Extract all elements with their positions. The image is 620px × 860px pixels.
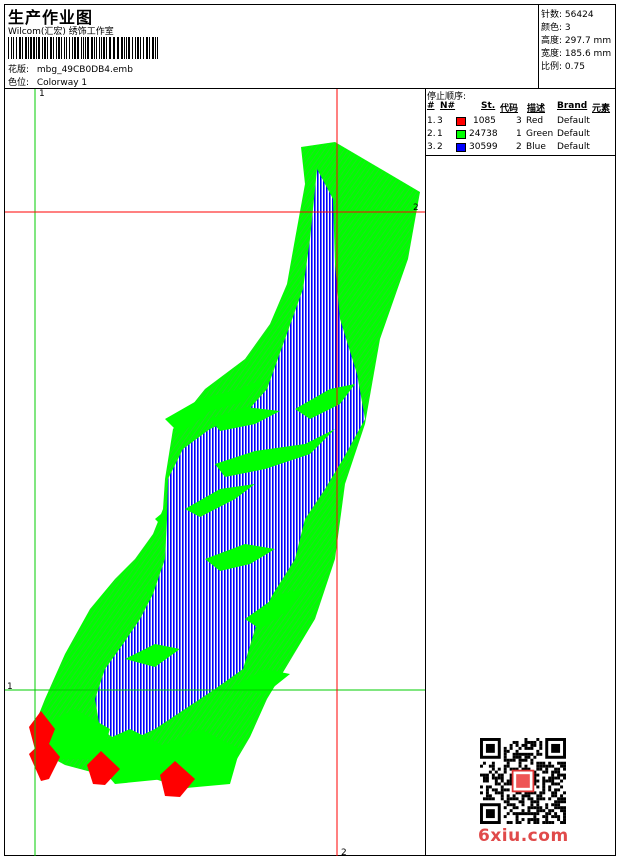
guide-label-top-left: 1 <box>39 89 45 99</box>
design-file-value: mbg_49CB0DB4.emb <box>36 65 133 75</box>
stat-colors: 颜色: 3 <box>541 23 571 33</box>
legend-header-desc: 描述 <box>527 104 546 114</box>
stat-stitches: 针数: 56424 <box>541 10 594 20</box>
guide-label-right-upper: 2 <box>413 203 419 213</box>
guide-label-left-lower: 1 <box>7 682 13 692</box>
legend-row: 3. 2 30599 2 Blue Default <box>427 142 590 152</box>
legend-header-hash: # <box>427 101 435 111</box>
design-file-label: 花版: <box>8 65 30 75</box>
stat-scale: 比例: 0.75 <box>541 62 585 72</box>
legend-bottom-divider <box>425 155 616 156</box>
colorway-value: Colorway 1 <box>36 78 88 88</box>
colorway-row: 色位: Colorway 1 <box>8 75 87 88</box>
embroidery-design-canvas <box>5 89 425 856</box>
color-swatch <box>456 143 466 152</box>
barcode <box>8 37 158 59</box>
qr-code <box>480 738 566 824</box>
legend-row: 1. 3 1085 3 Red Default <box>427 116 590 126</box>
legend-divider <box>425 88 426 856</box>
guide-label-bottom: 2 <box>341 848 347 858</box>
colorway-label: 色位: <box>8 78 30 88</box>
legend-header-n: N# <box>440 101 456 111</box>
legend-header-code: 代码 <box>500 104 519 114</box>
company-name: Wilcom(汇宏) 绣饰工作室 <box>8 27 114 37</box>
stats-divider <box>538 4 539 88</box>
stat-width: 宽度: 185.6 mm <box>541 49 612 59</box>
color-swatch <box>456 117 466 126</box>
design-file-row: 花版: mbg_49CB0DB4.emb <box>8 62 133 75</box>
legend-header-element: 元素 <box>592 104 611 114</box>
stat-height: 高度: 297.7 mm <box>541 36 612 46</box>
legend-header-brand: Brand <box>557 101 588 111</box>
legend-row: 2. 1 24738 1 Green Default <box>427 129 590 139</box>
color-swatch <box>456 130 466 139</box>
watermark-text: 6xiu.com <box>478 826 569 846</box>
legend-header-st: St. <box>481 101 496 111</box>
